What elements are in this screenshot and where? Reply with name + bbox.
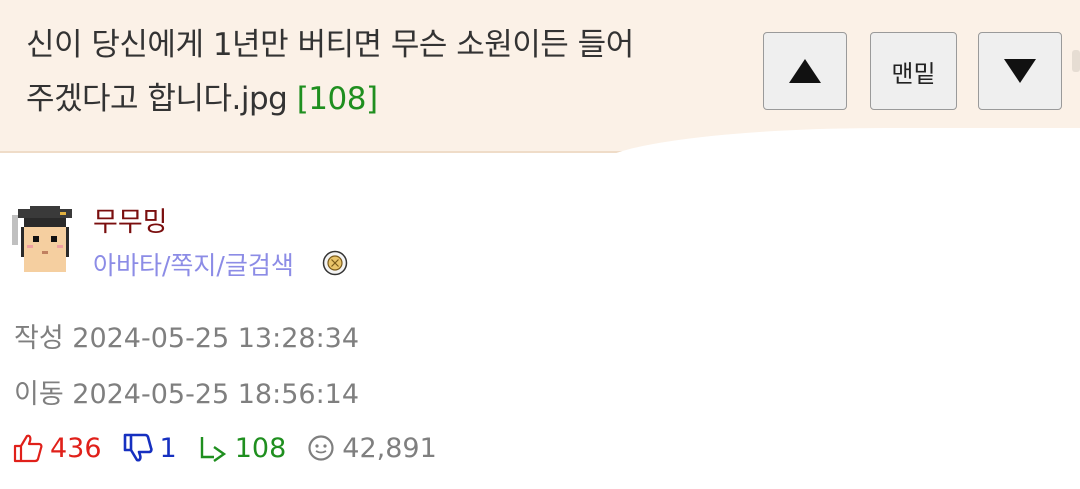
reply-count[interactable]: [108] [297, 81, 378, 117]
scroll-bottom-button[interactable]: 맨밑 [870, 32, 957, 110]
author-links[interactable]: 아바타/쪽지/글검색 [93, 246, 294, 282]
thumbs-up-icon [13, 434, 43, 463]
downvote-stat[interactable]: 1 [122, 433, 177, 464]
view-count: 42,891 [342, 432, 437, 464]
triangle-up-icon [789, 59, 821, 83]
graduate-avatar-icon[interactable] [12, 206, 78, 272]
scroll-edge [1072, 50, 1080, 72]
triangle-down-icon [1004, 59, 1036, 83]
downvote-count: 1 [159, 432, 177, 464]
reply-arrow-icon [200, 437, 226, 462]
post-stats: 436 1 108 42,891 [12, 428, 457, 468]
author-name[interactable]: 무무밍 [93, 200, 168, 239]
thumbs-down-icon [123, 433, 153, 462]
upvote-count: 436 [50, 432, 102, 464]
smiley-icon [308, 435, 334, 461]
scroll-down-button[interactable] [978, 32, 1062, 110]
upvote-stat[interactable]: 436 [12, 433, 102, 464]
post-title-line1: 신이 당신에게 1년만 버티면 무슨 소원이든 들어 [26, 27, 634, 63]
reply-stat[interactable]: 108 [197, 432, 287, 464]
post-title-line2: 주겠다고 합니다.jpg [26, 81, 288, 117]
scroll-top-button[interactable] [763, 32, 847, 110]
moved-datetime: 이동 2024-05-25 18:56:14 [14, 379, 360, 410]
views-stat: 42,891 [306, 432, 437, 464]
medal-icon [322, 250, 348, 276]
created-datetime: 작성 2024-05-25 13:28:34 [14, 323, 360, 354]
reply-count-stat: 108 [234, 432, 287, 464]
post-title: 신이 당신에게 1년만 버티면 무슨 소원이든 들어 주겠다고 합니다.jpg … [26, 18, 726, 126]
